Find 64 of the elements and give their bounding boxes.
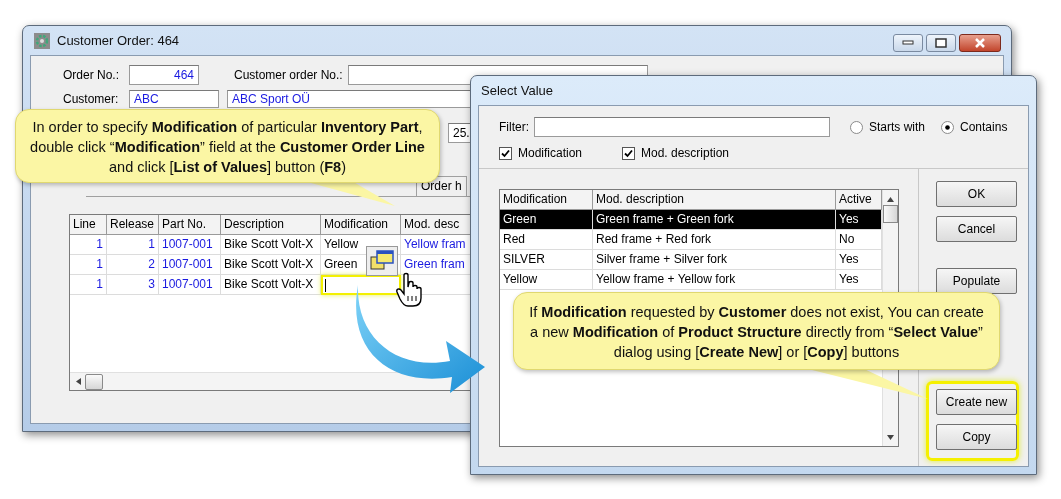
order-number-field[interactable]: 464 bbox=[129, 65, 199, 85]
radio-label: Contains bbox=[960, 120, 1008, 134]
table-cell[interactable]: Yellow frame + Yellow fork bbox=[593, 270, 836, 290]
dialog-button[interactable]: Cancel bbox=[936, 216, 1017, 242]
column-header: Release bbox=[107, 215, 159, 235]
windows-icon[interactable] bbox=[366, 246, 398, 276]
table-cell[interactable]: Red bbox=[500, 230, 593, 250]
table-cell: 1 bbox=[70, 255, 107, 275]
close-button[interactable] bbox=[959, 34, 1001, 52]
radio-button[interactable] bbox=[941, 120, 954, 134]
table-cell: 3 bbox=[107, 275, 159, 296]
maximize-button[interactable] bbox=[926, 34, 956, 52]
dialog-button[interactable]: Populate bbox=[936, 268, 1017, 294]
table-cell: Bike Scott Volt-X bbox=[221, 275, 321, 296]
maximize-icon bbox=[935, 38, 947, 48]
customer-code-field[interactable]: ABC bbox=[129, 89, 219, 108]
checkbox[interactable] bbox=[622, 146, 635, 160]
table-cell[interactable]: Yes bbox=[836, 210, 882, 230]
table-cell[interactable]: Green bbox=[500, 210, 593, 230]
table-cell: 1 bbox=[70, 275, 107, 296]
scroll-up-icon[interactable] bbox=[887, 197, 894, 202]
column-header: Modification bbox=[500, 190, 593, 210]
table-cell: 1007-001 bbox=[159, 275, 221, 296]
field-label: Filter: bbox=[499, 120, 530, 134]
table-cell[interactable]: Silver frame + Silver fork bbox=[593, 250, 836, 270]
table-cell[interactable]: Yellow bbox=[500, 270, 593, 290]
table-cell: 1 bbox=[70, 235, 107, 255]
table-cell: 2 bbox=[107, 255, 159, 275]
table-cell: Bike Scott Volt-X bbox=[221, 235, 321, 255]
window-title: Customer Order: 464 bbox=[57, 33, 180, 48]
scrollbar-thumb[interactable] bbox=[883, 205, 898, 223]
field-label: Customer order No.: bbox=[234, 68, 344, 82]
dialog-button[interactable]: OK bbox=[936, 181, 1017, 207]
close-icon bbox=[974, 37, 986, 49]
column-header: Mod. description bbox=[593, 190, 836, 210]
table-cell: 1007-001 bbox=[159, 235, 221, 255]
table-cell: 1 bbox=[107, 235, 159, 255]
date-field[interactable]: 25. bbox=[448, 123, 472, 143]
table-cell[interactable]: Red frame + Red fork bbox=[593, 230, 836, 250]
table-cell: Bike Scott Volt-X bbox=[221, 255, 321, 275]
dialog-button[interactable]: Copy bbox=[936, 424, 1017, 450]
radio-button[interactable] bbox=[850, 120, 863, 134]
table-cell: 1007-001 bbox=[159, 255, 221, 275]
field-label: Order No.: bbox=[63, 68, 120, 82]
minimize-icon bbox=[902, 40, 914, 46]
radio-label: Starts with bbox=[869, 120, 925, 134]
field-label: Customer: bbox=[63, 91, 120, 106]
minimize-button[interactable] bbox=[893, 34, 923, 52]
table-cell[interactable]: SILVER bbox=[500, 250, 593, 270]
filter-field[interactable] bbox=[534, 117, 830, 137]
scrollbar-thumb[interactable] bbox=[85, 373, 103, 390]
scroll-left-icon[interactable] bbox=[76, 378, 81, 385]
checkbox-label: Mod. description bbox=[641, 146, 730, 160]
table-cell[interactable]: Green frame + Green fork bbox=[593, 210, 836, 230]
gear-icon bbox=[33, 31, 51, 50]
checkbox[interactable] bbox=[499, 146, 512, 160]
dialog-button[interactable]: Create new bbox=[936, 389, 1017, 415]
column-header: Part No. bbox=[159, 215, 221, 235]
checkbox-label: Modification bbox=[518, 146, 583, 160]
column-header: Description bbox=[221, 215, 321, 235]
column-header: Modification bbox=[321, 215, 401, 235]
column-header: Line bbox=[70, 215, 107, 235]
scroll-down-icon[interactable] bbox=[887, 435, 894, 440]
column-header: Active bbox=[836, 190, 882, 210]
